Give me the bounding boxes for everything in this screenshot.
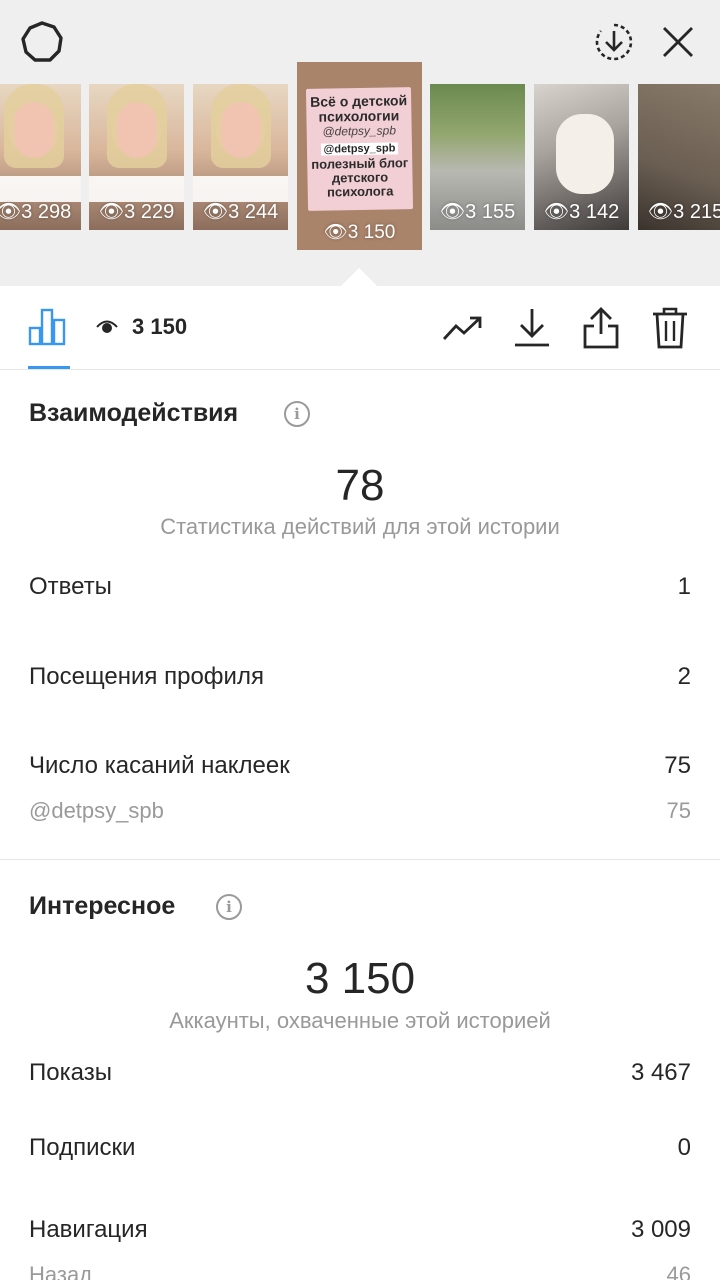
thumbnail-views: 👁3 229 [98,201,175,223]
story-thumbnails: 👁3 298 👁3 229 👁3 244 Всё о детской психо… [0,62,720,252]
trash-icon[interactable] [648,306,692,350]
interactions-total: 78 [335,461,385,510]
discovery-caption: Аккаунты, охваченные этой историей [169,1008,551,1033]
sticker-taps-label: Число касаний наклеек [29,752,290,779]
back-label: Назад [29,1262,93,1280]
save-story-icon[interactable] [590,18,638,66]
story-thumbnail[interactable]: 👁3 155 [430,84,525,230]
story-thumbnail[interactable]: 👁3 229 [89,84,184,230]
thumbnail-views: 👁3 215 [647,201,720,223]
download-icon[interactable] [510,306,554,350]
story-thumbnail[interactable]: 👁3 298 [0,84,81,230]
card-handle: @detpsy_spb [322,123,397,139]
info-icon[interactable]: i [284,401,310,427]
story-thumbnail[interactable]: 👁3 244 [193,84,288,230]
story-thumbnail[interactable]: 👁3 142 [534,84,629,230]
follows-label: Подписки [29,1134,136,1161]
profile-visits-label: Посещения профиля [29,663,264,690]
share-icon[interactable] [579,306,623,350]
sticker-handle-value: 75 [666,798,691,823]
discovery-title: Интересное [29,892,176,920]
interactions-caption: Статистика действий для этой истории [160,514,560,539]
impressions-value: 3 467 [630,1059,691,1086]
interactions-title: Взаимодействия [29,399,239,427]
card-heading: Всё о детской психологии [310,92,408,125]
trend-icon[interactable] [441,306,485,350]
eye-icon [96,318,118,336]
active-tab-indicator [28,366,70,369]
story-strip: 👁3 298 👁3 229 👁3 244 Всё о детской психо… [0,0,720,286]
sticker-taps-value: 75 [664,752,691,779]
card-text: полезный блог детского психолога [311,155,409,200]
bar-chart-icon[interactable] [28,306,68,346]
mention-sticker: @detpsy_spb [320,142,399,156]
sticker-card: Всё о детской психологии @detpsy_spb @de… [305,87,414,211]
story-thumbnail-selected[interactable]: Всё о детской психологии @detpsy_spb @de… [297,62,422,250]
view-count: 3 150 [132,314,188,339]
insights-toolbar: 3 150 [0,286,720,370]
navigation-label: Навигация [29,1216,148,1243]
selection-pointer [341,268,377,286]
thumbnail-views: 👁3 150 [323,222,396,243]
section-divider [0,859,720,860]
sticker-handle-label: @detpsy_spb [29,798,164,823]
impressions-label: Показы [29,1059,112,1086]
settings-icon[interactable] [18,18,66,66]
thumbnail-views: 👁3 155 [439,201,516,223]
thumbnail-views: 👁3 142 [543,201,620,223]
profile-visits-value: 2 [677,663,691,690]
info-icon[interactable]: i [216,894,242,920]
close-icon[interactable] [654,18,702,66]
thumbnail-views: 👁3 244 [202,201,279,223]
follows-value: 0 [677,1134,691,1161]
discovery-total: 3 150 [304,954,416,1003]
story-thumbnail[interactable]: 👁3 215 [638,84,720,230]
replies-label: Ответы [29,573,112,600]
navigation-value: 3 009 [630,1216,691,1243]
thumbnail-views: 👁3 298 [0,201,72,223]
back-value: 46 [666,1262,691,1280]
replies-value: 1 [677,573,691,600]
